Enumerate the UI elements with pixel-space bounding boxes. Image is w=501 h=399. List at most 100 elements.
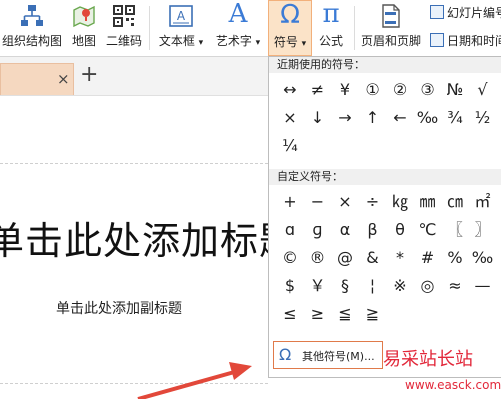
wordart-button[interactable]: A 艺术字 ▾ <box>211 0 265 56</box>
slide-guide-line <box>0 383 268 384</box>
custom-symbol[interactable]: θ <box>387 217 413 243</box>
wordart-label: 艺术字 ▾ <box>215 34 261 48</box>
header-footer-button[interactable]: 页眉和页脚 <box>358 0 424 56</box>
omega-icon: Ω <box>279 345 292 364</box>
svg-text:A: A <box>177 9 186 23</box>
custom-symbol[interactable]: + <box>277 189 303 215</box>
custom-symbol[interactable]: 〖 <box>442 217 468 243</box>
other-symbols-label: 其他符号(M)... <box>302 350 375 363</box>
custom-symbol[interactable]: ‰ <box>470 245 496 271</box>
map-button[interactable]: 地图 <box>66 0 102 56</box>
qrcode-button[interactable]: 二维码 <box>104 0 144 56</box>
recent-symbol[interactable]: ‰ <box>415 105 441 131</box>
omega-icon: Ω <box>280 0 300 30</box>
slide-subtitle-placeholder[interactable]: 单击此处添加副标题 <box>56 298 182 318</box>
recent-symbol[interactable]: ¼ <box>277 133 303 159</box>
custom-symbol[interactable]: # <box>415 245 441 271</box>
custom-symbol[interactable]: © <box>277 245 303 271</box>
custom-symbol[interactable]: ÷ <box>360 189 386 215</box>
recent-symbol[interactable]: ② <box>387 77 413 103</box>
slide-guide-line <box>0 163 268 164</box>
qrcode-label: 二维码 <box>105 34 142 48</box>
document-tab[interactable]: × <box>0 63 74 95</box>
custom-symbol[interactable]: 〗 <box>470 217 496 243</box>
custom-symbol[interactable]: % <box>442 245 468 271</box>
calendar-icon <box>430 33 444 47</box>
textbox-label: 文本框 ▾ <box>158 34 204 48</box>
org-chart-label: 组织结构图 <box>1 34 62 48</box>
recent-symbol[interactable]: ½ <box>470 105 496 131</box>
recent-symbol[interactable]: → <box>332 105 358 131</box>
recent-symbol[interactable]: ¾ <box>442 105 468 131</box>
formula-label: 公式 <box>318 34 343 48</box>
slide-number-button[interactable]: 幻灯片编号 <box>430 4 501 24</box>
custom-symbol[interactable]: β <box>360 217 386 243</box>
custom-symbol[interactable]: § <box>332 273 358 299</box>
custom-symbol[interactable]: ≈ <box>442 273 468 299</box>
qrcode-icon <box>113 5 135 27</box>
symbol-label: 符号 ▾ <box>273 35 307 49</box>
custom-symbol[interactable]: — <box>470 273 496 299</box>
custom-symbol[interactable]: ¦ <box>360 273 386 299</box>
textbox-button[interactable]: A 文本框 ▾ <box>153 0 209 56</box>
recent-symbol[interactable]: № <box>442 77 468 103</box>
custom-symbol[interactable]: α <box>332 217 358 243</box>
custom-symbol[interactable]: ® <box>305 245 331 271</box>
custom-symbol[interactable]: ℃ <box>415 217 441 243</box>
other-symbols-button[interactable]: Ω 其他符号(M)... <box>273 341 383 369</box>
recent-symbol[interactable]: ↓ <box>305 105 331 131</box>
recent-symbol[interactable]: ¥ <box>332 77 358 103</box>
ribbon-toolbar: 组织结构图 地图 二维码 A 文本框 ▾ A 艺术字 ▾ Ω 符号 ▾ π 公式… <box>0 0 501 57</box>
header-footer-icon <box>382 4 400 28</box>
formula-button[interactable]: π 公式 <box>314 0 348 56</box>
watermark-url: www.easck.com <box>405 378 501 392</box>
pi-icon: π <box>322 0 340 29</box>
custom-symbol[interactable]: ◎ <box>415 273 441 299</box>
recent-symbol[interactable]: ← <box>387 105 413 131</box>
custom-symbol[interactable]: @ <box>332 245 358 271</box>
ribbon-separator <box>354 6 355 50</box>
watermark-text: 易采站长站 <box>383 349 473 370</box>
symbol-dropdown: 近期使用的符号： 自定义符号： ↔ ≠ ¥ ① ② ③ № √ × ↓ → ↑ ← ‰ ¾ ½ ¼ + − × ÷ ㎏㎜㎝… <box>268 56 501 378</box>
custom-symbol[interactable]: ≥ <box>305 301 331 327</box>
recent-symbol[interactable]: ↔ <box>277 77 303 103</box>
custom-symbol[interactable]: $ <box>277 273 303 299</box>
ribbon-separator <box>149 6 150 50</box>
org-chart-icon <box>21 5 43 26</box>
close-icon[interactable]: × <box>57 70 70 88</box>
custom-symbol[interactable]: ㎜ <box>415 189 441 215</box>
recent-symbols-header: 近期使用的符号： <box>269 57 501 73</box>
recent-symbol[interactable]: ↑ <box>360 105 386 131</box>
wordart-icon: A <box>228 0 248 29</box>
custom-symbol[interactable]: ɑ <box>277 217 303 243</box>
custom-symbol[interactable]: ㎏ <box>387 189 413 215</box>
recent-symbol[interactable]: ≠ <box>305 77 331 103</box>
slide-title-placeholder[interactable]: 单击此处添加标题 <box>0 210 298 265</box>
custom-symbol[interactable]: ≤ <box>277 301 303 327</box>
custom-symbol[interactable]: & <box>360 245 386 271</box>
recent-symbol[interactable]: × <box>277 105 303 131</box>
date-time-button[interactable]: 日期和时间 <box>430 32 501 52</box>
custom-symbol[interactable]: ㎝ <box>442 189 468 215</box>
recent-symbol[interactable]: √ <box>470 77 496 103</box>
custom-symbols-header: 自定义符号： <box>269 169 501 185</box>
custom-symbol[interactable]: ≧ <box>360 301 386 327</box>
custom-symbol[interactable]: ㎡ <box>470 189 496 215</box>
slide-number-icon <box>430 5 444 19</box>
recent-symbol[interactable]: ① <box>360 77 386 103</box>
custom-symbol[interactable]: ￥ <box>305 273 331 299</box>
map-icon <box>73 5 95 28</box>
header-footer-label: 页眉和页脚 <box>360 34 421 48</box>
custom-symbol[interactable]: * <box>387 245 413 271</box>
custom-symbol[interactable]: − <box>305 189 331 215</box>
org-chart-button[interactable]: 组织结构图 <box>0 0 64 56</box>
custom-symbol[interactable]: × <box>332 189 358 215</box>
custom-symbol[interactable]: ɡ <box>305 217 331 243</box>
add-tab-button[interactable]: + <box>80 62 98 87</box>
map-label: 地图 <box>71 34 96 48</box>
custom-symbol[interactable]: ※ <box>387 273 413 299</box>
symbol-button[interactable]: Ω 符号 ▾ <box>268 0 312 56</box>
textbox-icon: A <box>169 5 193 27</box>
recent-symbol[interactable]: ③ <box>415 77 441 103</box>
custom-symbol[interactable]: ≦ <box>332 301 358 327</box>
